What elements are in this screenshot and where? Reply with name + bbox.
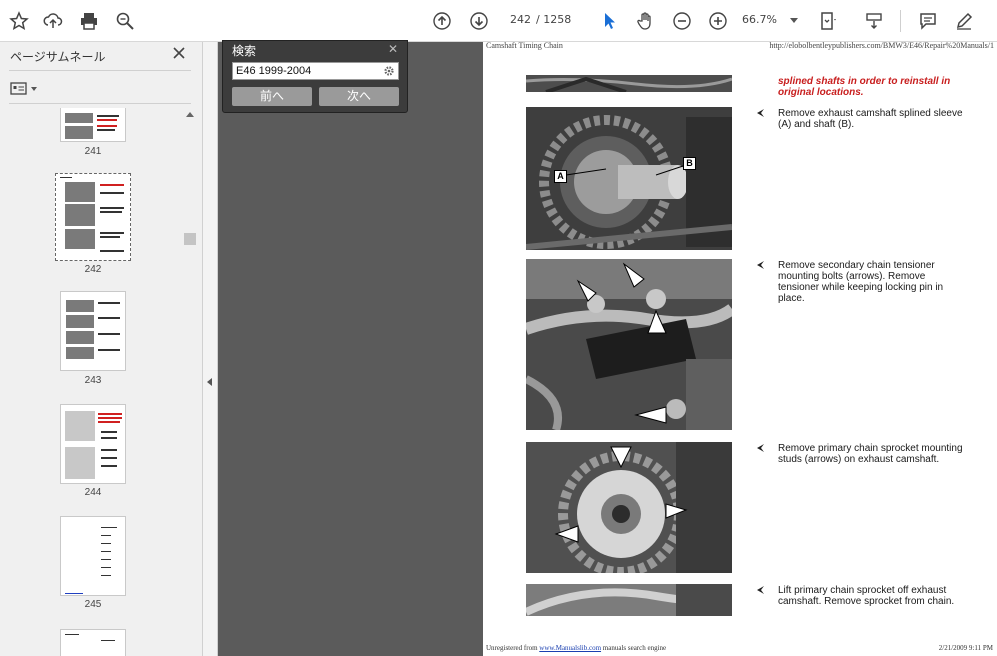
document-page: Camshaft Timing Chain http://elobolbentl… — [483, 42, 997, 656]
page-number-input[interactable]: 242 — [503, 10, 531, 30]
scroll-up-icon[interactable] — [186, 112, 194, 117]
previous-page-icon[interactable] — [429, 8, 455, 34]
search-input[interactable]: E46 1999-2004 — [232, 62, 399, 80]
repair-photo-sprocket-lift — [526, 584, 732, 616]
sidebar-divider — [9, 70, 191, 71]
bookmark-star-icon[interactable] — [6, 8, 32, 34]
zoom-level-value: 66.7% — [742, 13, 777, 26]
scroll-mode-icon[interactable] — [861, 8, 887, 34]
zoom-in-icon[interactable] — [705, 8, 731, 34]
close-icon[interactable] — [172, 46, 186, 60]
callout-label-b: B — [683, 157, 696, 170]
step-text: Remove exhaust camshaft splined sleeve (… — [778, 108, 963, 130]
page-thumbnail[interactable] — [60, 291, 126, 371]
chevron-down-icon — [790, 18, 798, 23]
search-input-value: E46 1999-2004 — [236, 65, 312, 77]
upload-cloud-icon[interactable] — [40, 8, 66, 34]
search-panel: 検索 ✕ E46 1999-2004 前へ 次へ — [222, 40, 408, 113]
sidebar-divider — [9, 103, 191, 104]
thumbnail-label: 244 — [84, 487, 102, 498]
page-thumbnail-selected[interactable] — [55, 173, 131, 261]
gear-icon[interactable] — [383, 65, 395, 77]
step-bullet-icon — [757, 109, 764, 117]
zoom-level-select[interactable]: 66.7% — [742, 10, 800, 30]
footer-text: Unregistered from — [486, 644, 538, 652]
sidebar-scrollbar[interactable] — [183, 108, 197, 656]
chevron-left-icon — [207, 378, 212, 386]
page-thumbnail[interactable] — [60, 404, 126, 484]
callout-label-a: A — [554, 170, 567, 183]
page-footer-left: Unregistered from www.Manualslib.com man… — [486, 644, 666, 652]
step-bullet-icon — [757, 444, 764, 452]
thumbnail-label: 242 — [84, 264, 102, 275]
page-thumbnail[interactable] — [60, 516, 126, 596]
step-text: Remove secondary chain tensioner mountin… — [778, 260, 944, 304]
page-thumbnail[interactable] — [60, 629, 126, 656]
search-previous-button[interactable]: 前へ — [232, 87, 312, 106]
step-text: Lift primary chain sprocket off exhaust … — [778, 585, 955, 607]
thumbnail-label: 241 — [84, 146, 102, 157]
toolbar: 242 / 1258 66.7% — [0, 0, 997, 42]
repair-photo-tensioner — [526, 259, 732, 430]
step-text: Remove primary chain sprocket mounting s… — [778, 443, 963, 465]
close-icon[interactable]: ✕ — [388, 42, 398, 56]
step-bullet-icon — [757, 586, 764, 594]
comment-icon[interactable] — [915, 8, 941, 34]
scrollbar-thumb[interactable] — [184, 233, 196, 245]
fit-page-icon[interactable] — [815, 8, 841, 34]
footer-text: manuals search engine — [602, 644, 667, 652]
page-footer-right: 2/21/2009 9:11 PM — [938, 644, 993, 652]
print-icon[interactable] — [76, 8, 102, 34]
pen-draw-icon[interactable] — [951, 8, 977, 34]
zoom-search-icon[interactable] — [112, 8, 138, 34]
note-red-text: splined shafts in order to reinstall in … — [778, 76, 951, 98]
thumbnail-label: 245 — [84, 599, 102, 610]
page-total: / 1258 — [536, 13, 572, 26]
sidebar-collapse-handle[interactable] — [203, 42, 218, 656]
page-header-right: http://elobolbentleypublishers.com/BMW3/… — [769, 42, 994, 50]
sidebar-title: ページサムネール — [10, 50, 106, 64]
toolbar-divider — [900, 10, 901, 32]
zoom-out-icon[interactable] — [669, 8, 695, 34]
search-next-button[interactable]: 次へ — [319, 87, 399, 106]
step-bullet-icon — [757, 261, 764, 269]
hand-tool-icon[interactable] — [633, 8, 659, 34]
search-title: 検索 — [232, 44, 257, 58]
footer-link[interactable]: www.Manualslib.com — [539, 644, 601, 652]
repair-photo — [526, 75, 732, 92]
page-header-left: Camshaft Timing Chain — [486, 42, 563, 50]
thumbnail-sidebar: ページサムネール 241 242 243 244 245 — [0, 42, 203, 656]
select-cursor-icon[interactable] — [597, 8, 623, 34]
next-page-icon[interactable] — [466, 8, 492, 34]
page-thumbnail[interactable] — [60, 108, 126, 142]
thumbnail-list[interactable]: 241 242 243 244 245 — [0, 108, 183, 656]
thumbnail-label: 243 — [84, 375, 102, 386]
repair-photo-sprocket-studs — [526, 442, 732, 573]
thumbnail-options-menu[interactable] — [10, 82, 42, 96]
